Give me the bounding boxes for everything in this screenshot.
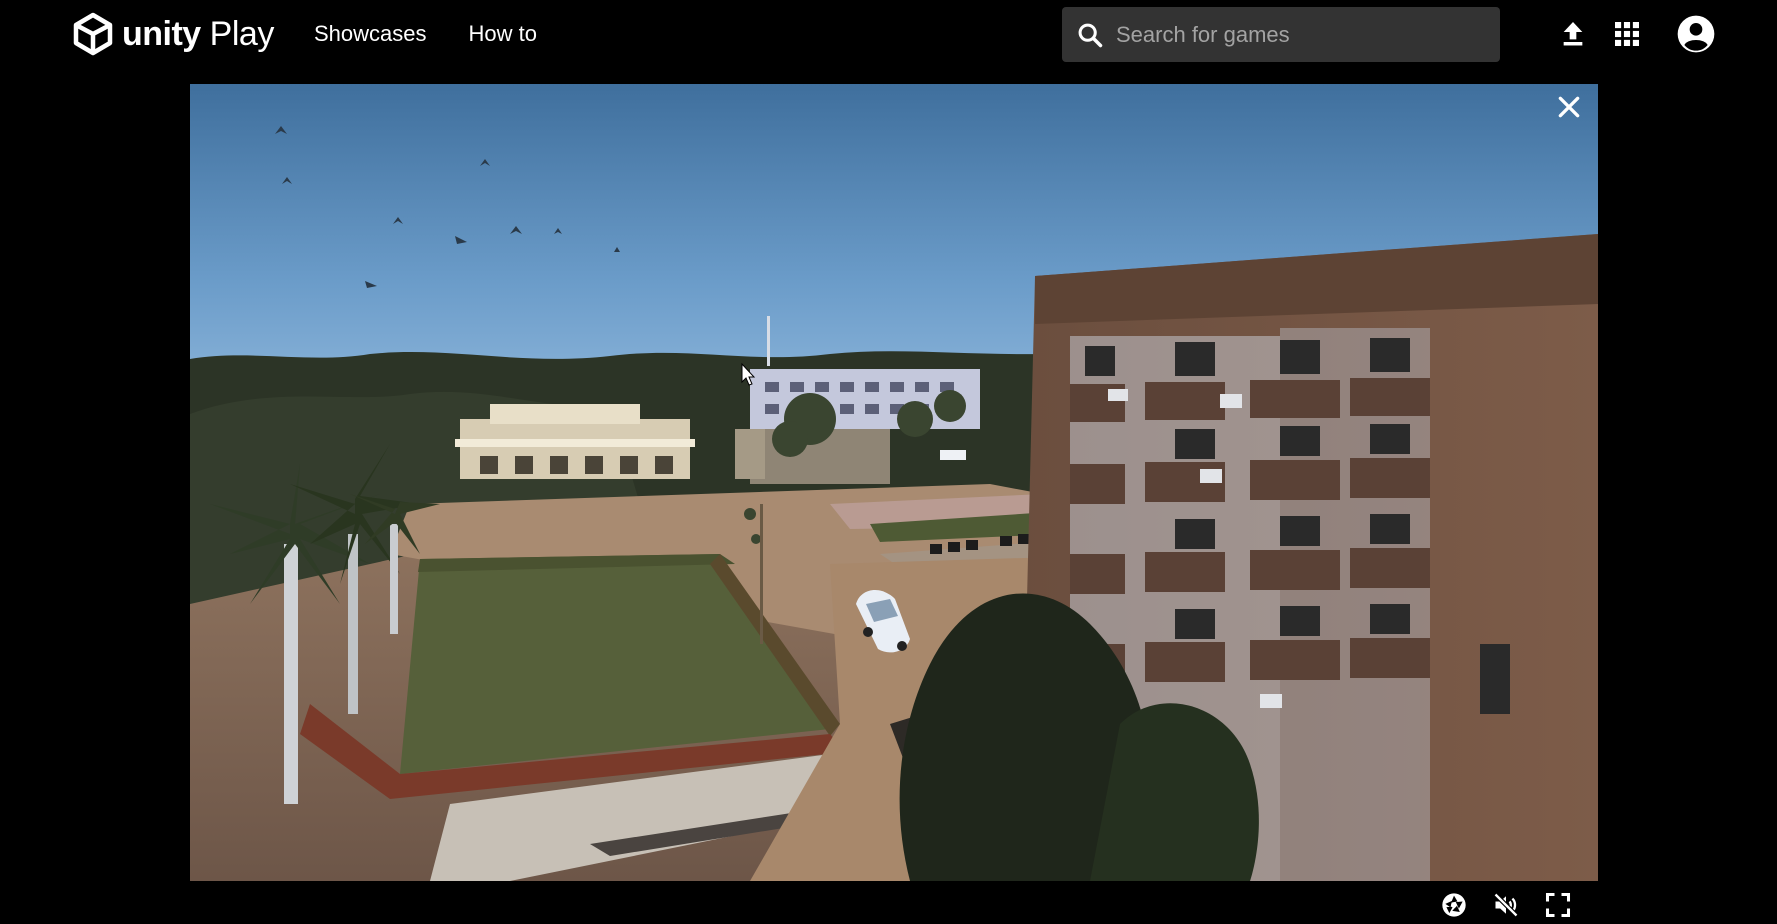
search-icon (1078, 23, 1103, 47)
unity-play-logo[interactable]: unity Play (70, 8, 274, 60)
top-navigation-bar: unity Play Showcases How to (0, 0, 1777, 68)
game-viewport[interactable] (190, 84, 1598, 881)
logo-text-play: Play (209, 15, 275, 53)
search-bar[interactable] (1062, 7, 1500, 62)
search-input[interactable] (1114, 7, 1500, 62)
screenshot-icon[interactable] (1440, 891, 1468, 919)
apps-grid-icon[interactable] (1611, 18, 1643, 50)
logo-text-unity: unity (122, 15, 201, 53)
nav-link-how-to[interactable]: How to (469, 21, 537, 47)
main-nav: Showcases How to (314, 0, 537, 68)
close-icon[interactable] (1556, 94, 1582, 120)
mute-icon[interactable] (1492, 891, 1520, 919)
game-scene-canvas[interactable] (190, 84, 1598, 881)
fullscreen-icon[interactable] (1544, 891, 1572, 919)
player-controls (1440, 890, 1572, 920)
nav-link-showcases[interactable]: Showcases (314, 21, 427, 47)
logo-wordmark: unity Play (122, 17, 274, 51)
antenna-tower (767, 316, 770, 366)
account-icon[interactable] (1676, 14, 1716, 54)
unity-logo-icon (73, 12, 113, 56)
upload-icon[interactable] (1557, 18, 1589, 50)
